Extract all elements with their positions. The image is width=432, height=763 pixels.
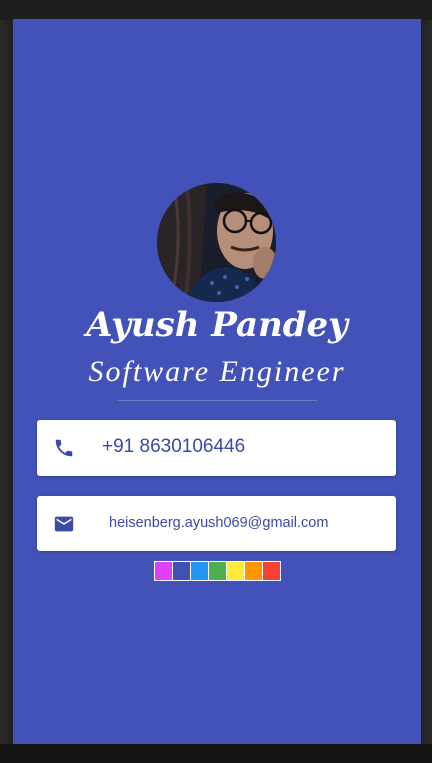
email-card[interactable]: heisenberg.ayush069@gmail.com — [37, 496, 396, 551]
theme-swatch[interactable] — [173, 562, 191, 580]
theme-swatch[interactable] — [263, 562, 280, 580]
email-icon — [54, 516, 74, 532]
phone-number: +91 8630106446 — [102, 436, 246, 457]
email-address: heisenberg.ayush069@gmail.com — [109, 515, 329, 531]
theme-swatch[interactable] — [155, 562, 173, 580]
theme-swatch[interactable] — [227, 562, 245, 580]
phone-top-bezel — [0, 0, 432, 20]
theme-swatch[interactable] — [209, 562, 227, 580]
phone-bottom-bezel — [0, 744, 432, 763]
phone-card[interactable]: +91 8630106446 — [37, 420, 396, 476]
profile-title: Software Engineer — [88, 355, 346, 388]
phone-icon — [55, 439, 73, 457]
divider — [117, 400, 317, 401]
profile-photo — [157, 183, 276, 302]
app-screen: Ayush Pandey Software Engineer +91 86301… — [13, 19, 421, 744]
theme-swatch[interactable] — [245, 562, 263, 580]
theme-swatch[interactable] — [191, 562, 209, 580]
profile-name: Ayush Pandey — [86, 305, 348, 345]
theme-color-picker — [154, 561, 281, 581]
avatar — [157, 183, 276, 302]
